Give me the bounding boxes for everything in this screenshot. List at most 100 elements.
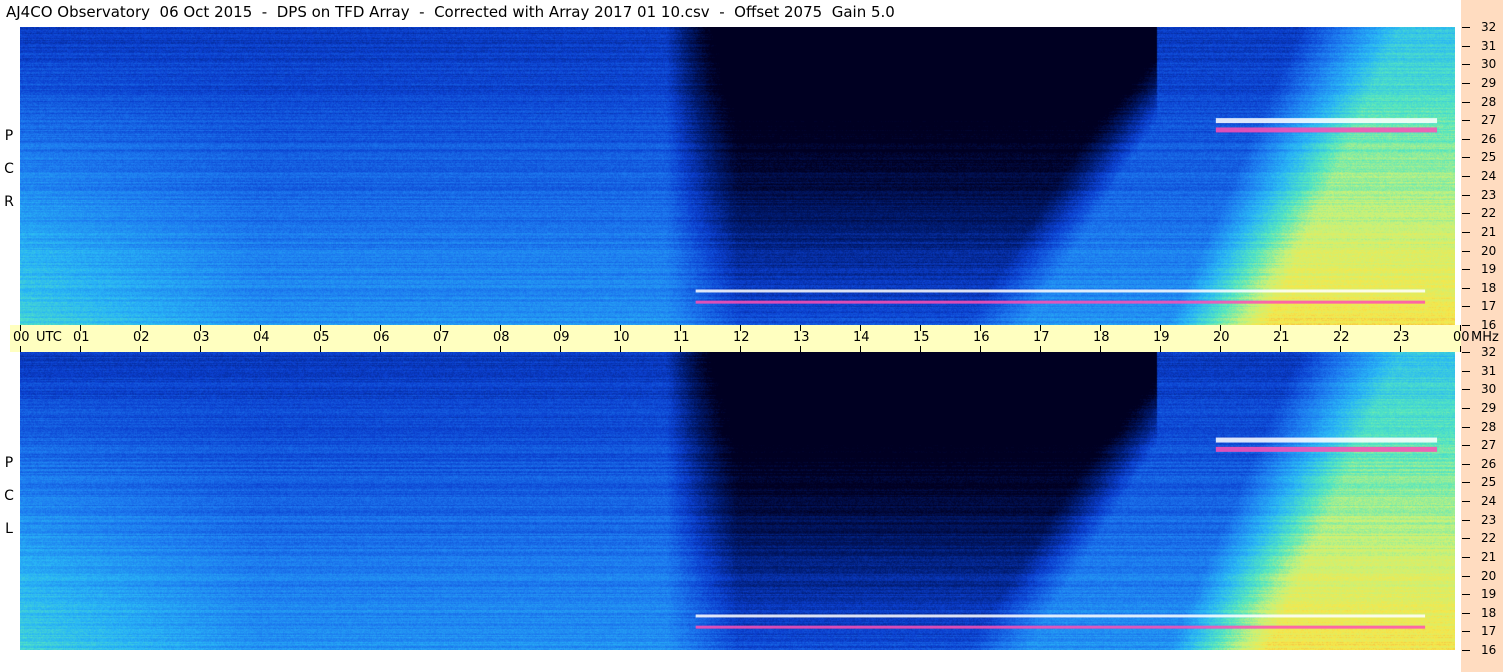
x-tick-label: 17	[1033, 330, 1050, 345]
y-tick-mark	[1462, 251, 1470, 252]
x-tick-mark	[980, 346, 981, 352]
x-tick-label: 20	[1213, 330, 1230, 345]
x-tick-label: 16	[973, 330, 990, 345]
lcp-polarization-label: P C L	[2, 455, 16, 554]
x-tick-mark	[1460, 325, 1461, 331]
y-tick-label: 25	[1481, 475, 1497, 489]
y-tick-mark	[1462, 306, 1470, 307]
x-tick-label: 10	[613, 330, 630, 345]
x-tick-mark	[1040, 325, 1041, 331]
x-tick-mark	[1220, 346, 1221, 352]
x-tick-label: 03	[193, 330, 210, 345]
y-tick-label: 26	[1481, 132, 1497, 146]
x-tick-mark	[80, 346, 81, 352]
y-tick-mark	[1462, 408, 1470, 409]
y-tick-label: 29	[1481, 76, 1497, 90]
y-tick-mark	[1462, 557, 1470, 558]
x-tick-mark	[740, 325, 741, 331]
y-tick-mark	[1462, 427, 1470, 428]
y-tick-mark	[1462, 325, 1470, 326]
y-tick-label: 18	[1481, 281, 1497, 295]
x-tick-mark	[920, 325, 921, 331]
x-tick-mark	[920, 346, 921, 352]
y-tick-mark	[1462, 102, 1470, 103]
x-tick-label: 08	[493, 330, 510, 345]
interference-band	[1215, 437, 1438, 443]
x-tick-mark	[440, 346, 441, 352]
y-tick-label: 26	[1481, 457, 1497, 471]
x-tick-mark	[140, 325, 141, 331]
y-tick-mark	[1462, 501, 1470, 502]
y-tick-label: 17	[1481, 299, 1497, 313]
x-tick-mark	[1400, 325, 1401, 331]
x-tick-label: 05	[313, 330, 330, 345]
x-tick-label: 13	[793, 330, 810, 345]
x-tick-label: 15	[913, 330, 930, 345]
x-tick-mark	[20, 325, 21, 331]
x-tick-label: 07	[433, 330, 450, 345]
x-tick-mark	[500, 325, 501, 331]
x-tick-mark	[1160, 346, 1161, 352]
x-tick-mark	[320, 325, 321, 331]
y-tick-label: 19	[1481, 587, 1497, 601]
y-tick-mark	[1462, 269, 1470, 270]
x-tick-label: 14	[853, 330, 870, 345]
x-tick-mark	[740, 346, 741, 352]
y-tick-mark	[1462, 538, 1470, 539]
y-tick-mark	[1462, 83, 1470, 84]
x-tick-mark	[1040, 346, 1041, 352]
polarization-letter: C	[4, 161, 14, 177]
polarization-letter: P	[4, 128, 14, 144]
x-tick-mark	[1160, 325, 1161, 331]
y-tick-label: 23	[1481, 513, 1497, 527]
y-tick-label: 24	[1481, 169, 1497, 183]
y-tick-label: 27	[1481, 438, 1497, 452]
x-tick-mark	[1340, 325, 1341, 331]
y-tick-mark	[1462, 120, 1470, 121]
x-tick-label: 02	[133, 330, 150, 345]
y-tick-mark	[1462, 157, 1470, 158]
interference-band	[1215, 127, 1438, 133]
y-tick-label: 17	[1481, 624, 1497, 638]
x-tick-mark	[1220, 325, 1221, 331]
x-tick-mark	[800, 325, 801, 331]
y-tick-label: 21	[1481, 550, 1497, 564]
y-tick-mark	[1462, 631, 1470, 632]
y-tick-mark	[1462, 613, 1470, 614]
x-tick-mark	[560, 346, 561, 352]
y-tick-mark	[1462, 594, 1470, 595]
x-tick-mark	[1280, 346, 1281, 352]
interference-band	[695, 289, 1426, 293]
polarization-letter: P	[4, 455, 14, 471]
y-tick-label: 22	[1481, 531, 1497, 545]
y-tick-mark	[1462, 520, 1470, 521]
x-tick-mark	[620, 325, 621, 331]
x-tick-label: 00	[13, 330, 30, 345]
y-tick-label: 27	[1481, 113, 1497, 127]
x-tick-mark	[380, 325, 381, 331]
y-tick-label: 29	[1481, 401, 1497, 415]
y-tick-mark	[1462, 232, 1470, 233]
interference-band	[695, 614, 1426, 618]
x-tick-mark	[680, 346, 681, 352]
x-tick-mark	[980, 325, 981, 331]
chart-title: AJ4CO Observatory 06 Oct 2015 - DPS on T…	[6, 3, 895, 21]
y-tick-label: 16	[1481, 318, 1497, 332]
x-tick-mark	[260, 325, 261, 331]
x-tick-mark	[80, 325, 81, 331]
y-tick-label: 24	[1481, 494, 1497, 508]
y-tick-mark	[1462, 27, 1470, 28]
x-axis-label: UTC	[36, 330, 62, 345]
interference-band	[1215, 446, 1438, 452]
y-tick-label: 28	[1481, 420, 1497, 434]
x-tick-label: 18	[1093, 330, 1110, 345]
y-tick-label: 20	[1481, 244, 1497, 258]
y-tick-label: 16	[1481, 643, 1497, 657]
polarization-letter: C	[4, 488, 14, 504]
rcp-spectrogram-panel	[20, 27, 1455, 325]
y-tick-label: 30	[1481, 382, 1497, 396]
polarization-letter: R	[4, 194, 14, 210]
x-tick-label: 19	[1153, 330, 1170, 345]
x-tick-mark	[860, 325, 861, 331]
x-tick-mark	[140, 346, 141, 352]
